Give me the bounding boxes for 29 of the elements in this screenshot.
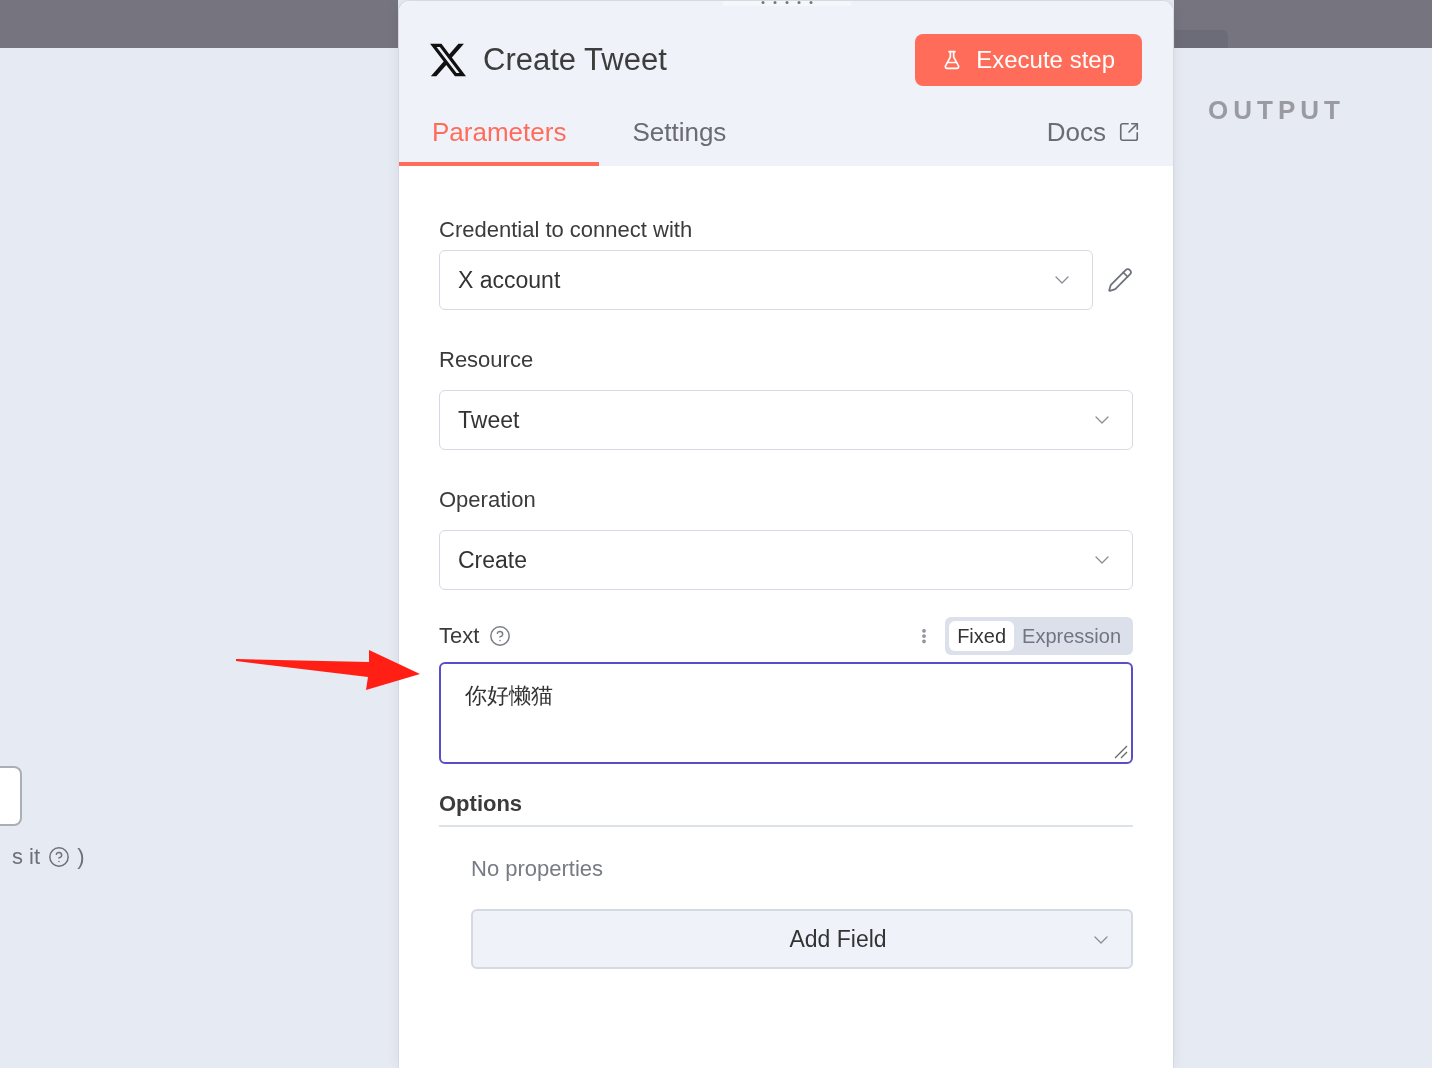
edit-button[interactable] (1107, 267, 1133, 293)
description-text: ) (77, 843, 85, 871)
node-title: Create Tweet (483, 41, 667, 79)
help-icon[interactable] (48, 846, 71, 868)
field-label: Text (439, 622, 480, 650)
output-title: OUTPUT (1208, 95, 1345, 125)
field-label: Credential to connect with (439, 216, 693, 244)
drag-handle[interactable] (723, 1, 851, 6)
add-field-button[interactable]: Add Field (471, 909, 1133, 969)
input-field[interactable] (0, 766, 22, 826)
select-field[interactable]: X account (439, 250, 1093, 310)
description-text: s it (12, 843, 41, 871)
mode-toggle-option[interactable]: Fixed (949, 621, 1015, 651)
logo-icon (430, 42, 466, 78)
field-label: Operation (439, 486, 536, 514)
help-icon[interactable] (489, 625, 512, 647)
docs-link[interactable]: Docs (1046, 98, 1140, 166)
grip-dots-icon (761, 1, 813, 4)
empty-state-text: No properties (471, 855, 604, 883)
resize-handle-icon[interactable] (1114, 745, 1128, 759)
text-input-field[interactable]: 你好懒猫 (439, 662, 1133, 764)
pointer-arrow-icon (234, 648, 422, 692)
field-label: Resource (439, 346, 534, 374)
section-title: Options (439, 791, 523, 816)
select-field[interactable]: Create (439, 530, 1133, 590)
external-link-icon (1118, 121, 1140, 143)
select-field[interactable]: Tweet (439, 390, 1133, 450)
pencil-icon (1107, 267, 1133, 293)
tab[interactable]: Settings (599, 98, 760, 166)
